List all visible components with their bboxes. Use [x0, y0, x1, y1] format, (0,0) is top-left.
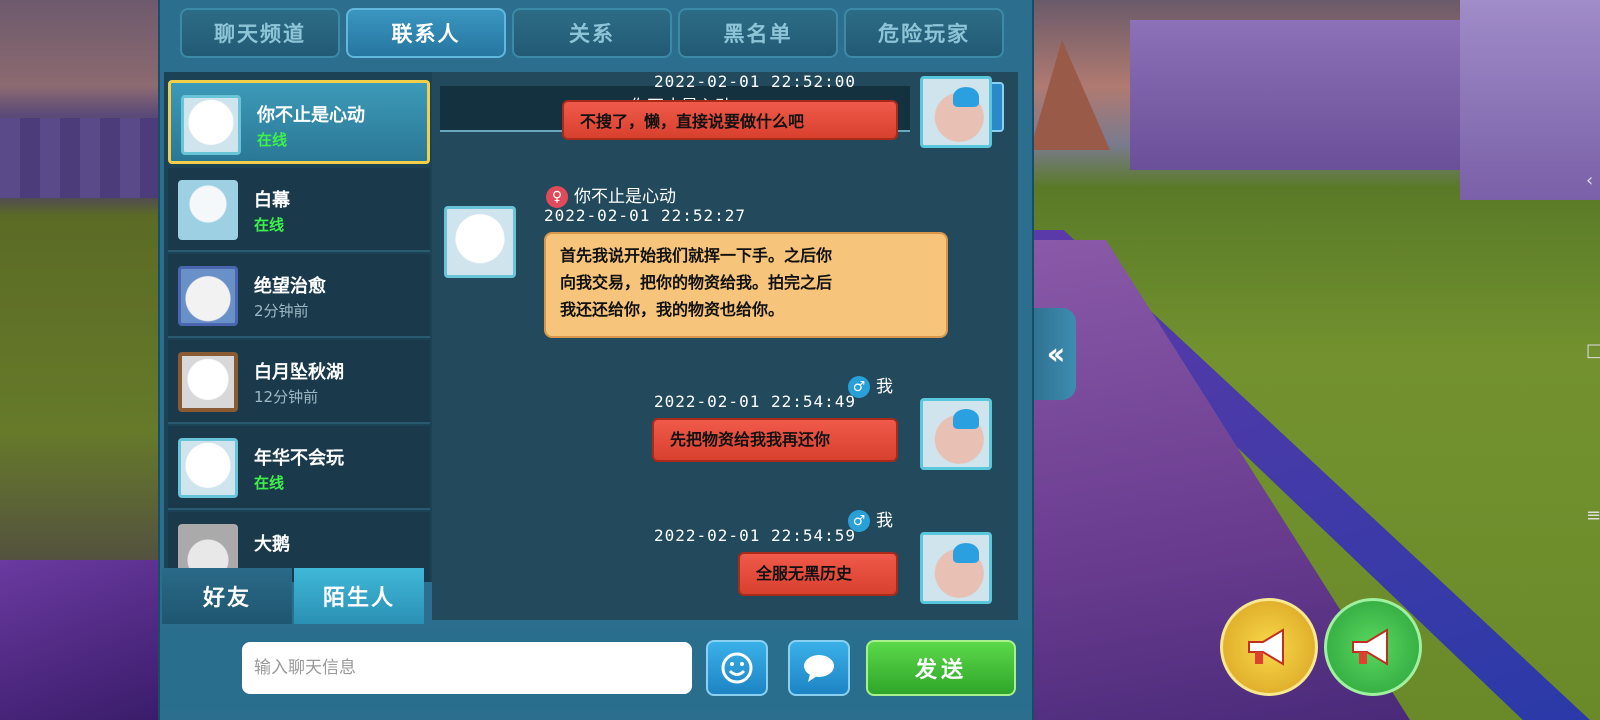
avatar — [920, 76, 992, 148]
social-panel: 聊天频道 联系人 关系 黑名单 危险玩家 你不止是心动 在线 白幕 在线 绝望治… — [158, 0, 1034, 720]
chat-log[interactable]: 你不止是心动 2022-02-01 22:52:00 不搜了，懒，直接说要做什么… — [432, 72, 1018, 620]
tab-relations[interactable]: 关系 — [512, 8, 672, 58]
message-timestamp: 2022-02-01 22:54:59 — [654, 526, 857, 545]
speech-bubble-icon — [804, 655, 834, 682]
contact-name: 大鹅 — [254, 534, 290, 555]
contact-status: 2分钟前 — [254, 302, 309, 320]
message-line: 我还还给你，我的物资也给你。 — [560, 300, 785, 319]
scene-castle — [1130, 20, 1460, 170]
world-horn-button[interactable] — [1220, 598, 1318, 696]
game-scene-left — [0, 0, 160, 720]
edge-menu-icon[interactable]: ≡ — [1586, 505, 1600, 526]
megaphone-icon — [1352, 628, 1388, 666]
message-bubble: 首先我说开始我们就挥一下手。之后你 向我交易，把你的物资给我。拍完之后 我还还给… — [544, 232, 948, 338]
edge-square-icon[interactable]: □ — [1586, 340, 1600, 361]
edge-chevron-icon[interactable]: ‹ — [1586, 170, 1598, 191]
message-line: 向我交易，把你的物资给我。拍完之后 — [560, 273, 833, 292]
scene-wall — [0, 118, 160, 198]
tab-bar: 聊天频道 联系人 关系 黑名单 危险玩家 — [180, 8, 1004, 60]
megaphone-icon — [1248, 628, 1284, 666]
game-scene-right — [1030, 0, 1600, 720]
avatar — [178, 352, 238, 412]
message-timestamp: 2022-02-01 22:52:00 — [654, 72, 857, 91]
contact-item[interactable]: 年华不会玩 在线 — [168, 426, 430, 510]
quick-phrase-button[interactable] — [788, 640, 850, 696]
send-button[interactable]: 发送 — [866, 640, 1016, 696]
emoji-button[interactable] — [706, 640, 768, 696]
tab-contacts[interactable]: 联系人 — [346, 8, 506, 58]
sender-name: 你不止是心动 — [574, 187, 676, 207]
server-horn-button[interactable] — [1324, 598, 1422, 696]
double-chevron-left-icon: ‹‹ — [1046, 336, 1066, 372]
message-bubble: 不搜了，懒，直接说要做什么吧 — [562, 100, 898, 140]
avatar — [920, 398, 992, 470]
avatar — [920, 532, 992, 604]
contact-item[interactable]: 白月坠秋湖 12分钟前 — [168, 340, 430, 424]
message-sender: ♀ 你不止是心动 — [546, 182, 676, 208]
contact-name: 绝望治愈 — [254, 276, 326, 297]
female-icon: ♀ — [546, 186, 568, 208]
contact-item[interactable]: 白幕 在线 — [168, 168, 430, 252]
contact-status: 在线 — [254, 474, 285, 492]
avatar — [181, 95, 241, 155]
chat-input[interactable] — [242, 642, 692, 694]
contact-item[interactable]: 你不止是心动 在线 — [168, 80, 430, 164]
contact-item[interactable]: 绝望治愈 2分钟前 — [168, 254, 430, 338]
strangers-filter-button[interactable]: 陌生人 — [294, 568, 424, 624]
contact-name: 白月坠秋湖 — [254, 362, 344, 383]
avatar — [444, 206, 516, 278]
message-timestamp: 2022-02-01 22:52:27 — [544, 206, 747, 225]
contact-list[interactable]: 你不止是心动 在线 白幕 在线 绝望治愈 2分钟前 白月坠秋湖 12分钟前 年华… — [164, 72, 432, 582]
avatar — [178, 438, 238, 498]
scene-tower — [1460, 0, 1600, 200]
contact-name: 白幕 — [254, 190, 290, 211]
collapse-panel-button[interactable]: ‹‹ — [1030, 308, 1076, 400]
message-bubble: 全服无黑历史 — [738, 552, 898, 596]
contact-name: 年华不会玩 — [254, 448, 344, 469]
friends-filter-button[interactable]: 好友 — [162, 568, 292, 624]
message-timestamp: 2022-02-01 22:54:49 — [654, 392, 857, 411]
avatar — [178, 266, 238, 326]
message-line: 首先我说开始我们就挥一下手。之后你 — [560, 246, 833, 265]
chat-input-row: 发送 — [160, 630, 1032, 710]
tab-blacklist[interactable]: 黑名单 — [678, 8, 838, 58]
tab-chat-channel[interactable]: 聊天频道 — [180, 8, 340, 58]
sender-name: 我 — [876, 511, 893, 531]
tab-dangerous-players[interactable]: 危险玩家 — [844, 8, 1004, 58]
contact-status: 在线 — [257, 131, 288, 149]
scene-hill — [1030, 40, 1110, 150]
sender-name: 我 — [876, 377, 893, 397]
smiley-icon — [721, 652, 753, 684]
contact-status: 12分钟前 — [254, 388, 319, 406]
contact-name: 你不止是心动 — [257, 105, 365, 126]
message-bubble: 先把物资给我我再还你 — [652, 418, 898, 462]
avatar — [178, 180, 238, 240]
scene-floor — [0, 560, 160, 720]
contact-status: 在线 — [254, 216, 285, 234]
